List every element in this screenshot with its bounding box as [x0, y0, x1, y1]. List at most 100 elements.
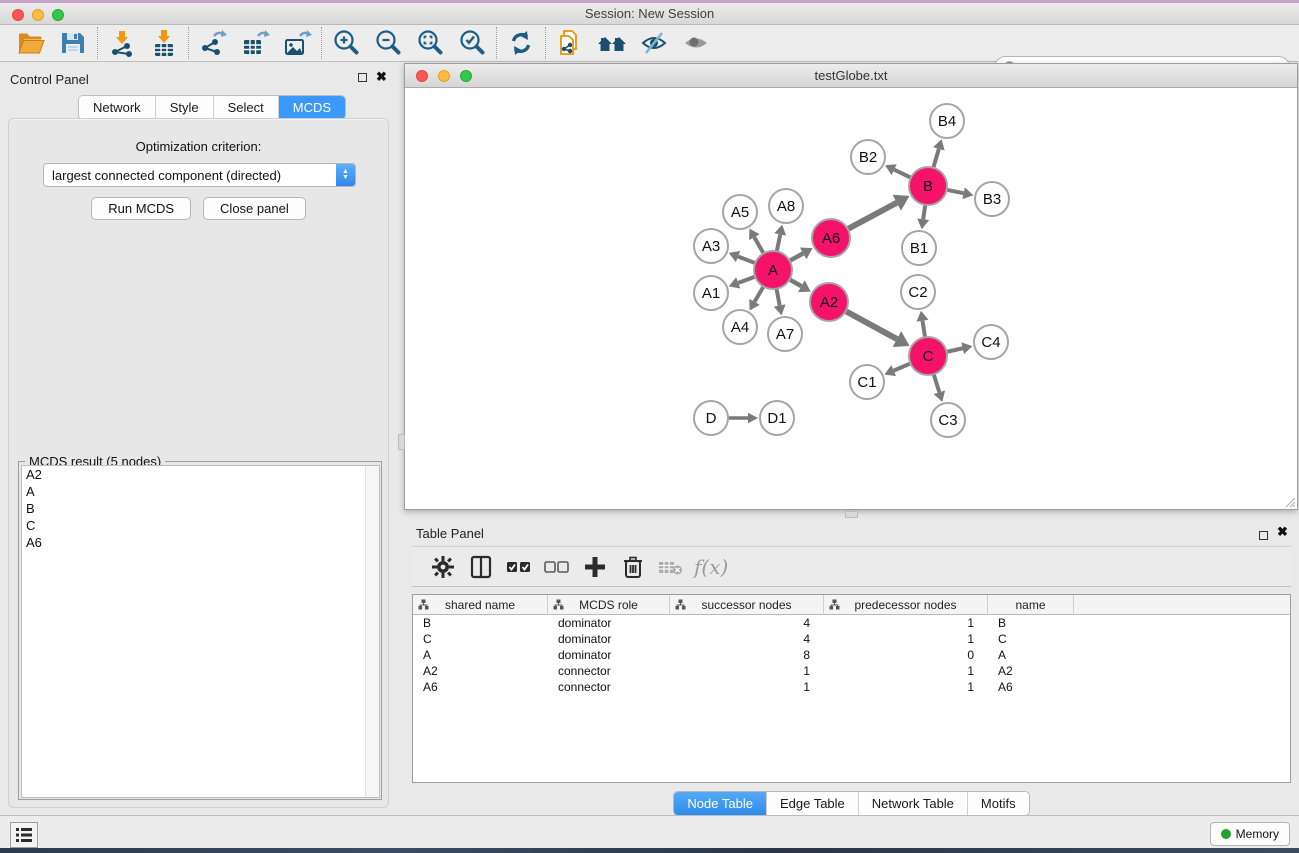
home-icon[interactable] — [591, 26, 633, 60]
graph-edge-C-C2[interactable] — [922, 321, 925, 338]
graph-edge-A-A5[interactable] — [754, 237, 763, 253]
toolbar-separator — [496, 27, 497, 59]
table-cell: 8 — [670, 647, 824, 663]
horizontal-splitter-handle[interactable] — [845, 511, 858, 518]
column-header-successor-nodes[interactable]: successor nodes — [670, 595, 824, 615]
node-table[interactable]: shared nameMCDS rolesuccessor nodesprede… — [412, 594, 1291, 783]
vertical-splitter-handle[interactable] — [398, 434, 405, 450]
table-cell: 1 — [824, 615, 988, 631]
table-row[interactable]: A2connector11A2 — [413, 663, 1290, 679]
save-session-icon[interactable] — [52, 26, 94, 60]
zoom-selected-icon[interactable] — [451, 26, 493, 60]
import-network-icon[interactable] — [101, 26, 143, 60]
column-header-predecessor-nodes[interactable]: predecessor nodes — [824, 595, 988, 615]
tab-edge-table[interactable]: Edge Table — [767, 792, 859, 815]
graph-edge-A-A4[interactable] — [755, 286, 764, 301]
table-row[interactable]: Bdominator41B — [413, 615, 1290, 631]
show-columns-icon[interactable] — [462, 550, 500, 584]
run-mcds-button[interactable]: Run MCDS — [91, 197, 191, 220]
table-settings-gear-icon[interactable] — [424, 550, 462, 584]
show-graphics-details-icon[interactable] — [675, 26, 717, 60]
table-row[interactable]: A6connector11A6 — [413, 679, 1290, 695]
table-row[interactable]: Adominator80A — [413, 647, 1290, 663]
mcds-result-item[interactable]: C — [22, 517, 379, 534]
graph-edge-C-C3[interactable] — [934, 374, 940, 392]
tab-network-table[interactable]: Network Table — [859, 792, 968, 815]
column-header-shared-name[interactable]: shared name — [413, 595, 548, 615]
function-builder-icon[interactable]: f(x) — [694, 555, 728, 579]
graph-edge-A-A3[interactable] — [738, 256, 755, 263]
memory-button[interactable]: Memory — [1210, 822, 1290, 846]
mcds-result-item[interactable]: A6 — [22, 534, 379, 551]
column-header-MCDS-role[interactable]: MCDS role — [548, 595, 670, 615]
graph-edge-A-A2[interactable] — [789, 279, 801, 286]
graph-node-label: A8 — [777, 198, 795, 215]
export-network-icon[interactable] — [192, 26, 234, 60]
close-panel-button[interactable]: Close panel — [203, 197, 306, 220]
column-header-name[interactable]: name — [988, 595, 1074, 615]
mcds-result-item[interactable]: B — [22, 500, 379, 517]
export-image-icon[interactable] — [276, 26, 318, 60]
export-table-icon[interactable] — [234, 26, 276, 60]
graph-edge-A-A7[interactable] — [777, 289, 780, 306]
graph-node-label: A5 — [731, 204, 749, 221]
minimize-window-button[interactable] — [32, 9, 44, 21]
network-minimize-button[interactable] — [438, 70, 450, 82]
task-history-list-icon[interactable] — [10, 822, 38, 848]
graph-edge-B-B1[interactable] — [923, 205, 925, 219]
toolbar-separator — [321, 27, 322, 59]
graph-edge-B-B2[interactable] — [894, 170, 911, 178]
desktop-background-strip — [0, 848, 1299, 853]
graph-edge-A2-C[interactable] — [846, 311, 897, 339]
criterion-select[interactable]: largest connected component (directed) ▲… — [43, 163, 356, 187]
zoom-fit-icon[interactable] — [409, 26, 451, 60]
select-all-checkboxes-icon[interactable] — [500, 550, 538, 584]
tab-select[interactable]: Select — [214, 96, 279, 119]
graph-edge-A-A1[interactable] — [738, 277, 755, 283]
network-canvas-svg[interactable]: B4B2BB3A5A8A6B1A3AA1C2A2A4A7C4CC1C3DD1 — [406, 89, 1296, 509]
delete-table-icon[interactable] — [652, 550, 690, 584]
close-table-panel-icon[interactable]: ✖ — [1277, 524, 1288, 540]
maximize-window-button[interactable] — [52, 9, 64, 21]
add-column-icon[interactable] — [576, 550, 614, 584]
hide-graphics-details-icon[interactable] — [633, 26, 675, 60]
deselect-all-checkboxes-icon[interactable] — [538, 550, 576, 584]
zoom-out-icon[interactable] — [367, 26, 409, 60]
graph-edge-A6-B[interactable] — [848, 203, 897, 229]
graph-edge-B-B4[interactable] — [933, 149, 939, 168]
close-panel-icon[interactable]: ✖ — [376, 69, 387, 85]
graph-edge-A-A6[interactable] — [790, 253, 804, 260]
network-maximize-button[interactable] — [460, 70, 472, 82]
mcds-result-list[interactable]: A2ABCA6 — [21, 465, 380, 798]
column-type-icon — [418, 599, 429, 610]
graph-edge-C-C4[interactable] — [947, 348, 963, 352]
network-close-button[interactable] — [416, 70, 428, 82]
delete-column-icon[interactable] — [614, 550, 652, 584]
refresh-view-icon[interactable] — [500, 26, 542, 60]
close-window-button[interactable] — [12, 9, 24, 21]
resize-grip-icon[interactable] — [1282, 494, 1296, 508]
new-network-from-selection-icon[interactable] — [549, 26, 591, 60]
zoom-in-icon[interactable] — [325, 26, 367, 60]
graph-node-label: A1 — [702, 285, 720, 302]
mcds-result-item[interactable]: A2 — [22, 466, 379, 483]
graph-edge-A-A8[interactable] — [777, 234, 780, 251]
tab-motifs[interactable]: Motifs — [968, 792, 1029, 815]
table-cell: A — [413, 647, 548, 663]
graph-node-label: B4 — [938, 113, 956, 130]
tab-mcds[interactable]: MCDS — [279, 96, 345, 119]
import-table-icon[interactable] — [143, 26, 185, 60]
float-panel-icon[interactable] — [358, 71, 367, 85]
table-row[interactable]: Cdominator41C — [413, 631, 1290, 647]
graph-edge-B-B3[interactable] — [947, 190, 964, 193]
float-table-panel-icon[interactable] — [1259, 529, 1268, 543]
scrollbar-track[interactable] — [365, 466, 379, 797]
tab-network[interactable]: Network — [79, 96, 156, 119]
tab-node-table[interactable]: Node Table — [674, 792, 767, 815]
graph-edge-C-C1[interactable] — [894, 363, 911, 370]
mcds-result-item[interactable]: A — [22, 483, 379, 500]
open-file-icon[interactable] — [10, 26, 52, 60]
table-cell: 1 — [670, 679, 824, 695]
tab-style[interactable]: Style — [156, 96, 214, 119]
table-cell: dominator — [548, 615, 670, 631]
